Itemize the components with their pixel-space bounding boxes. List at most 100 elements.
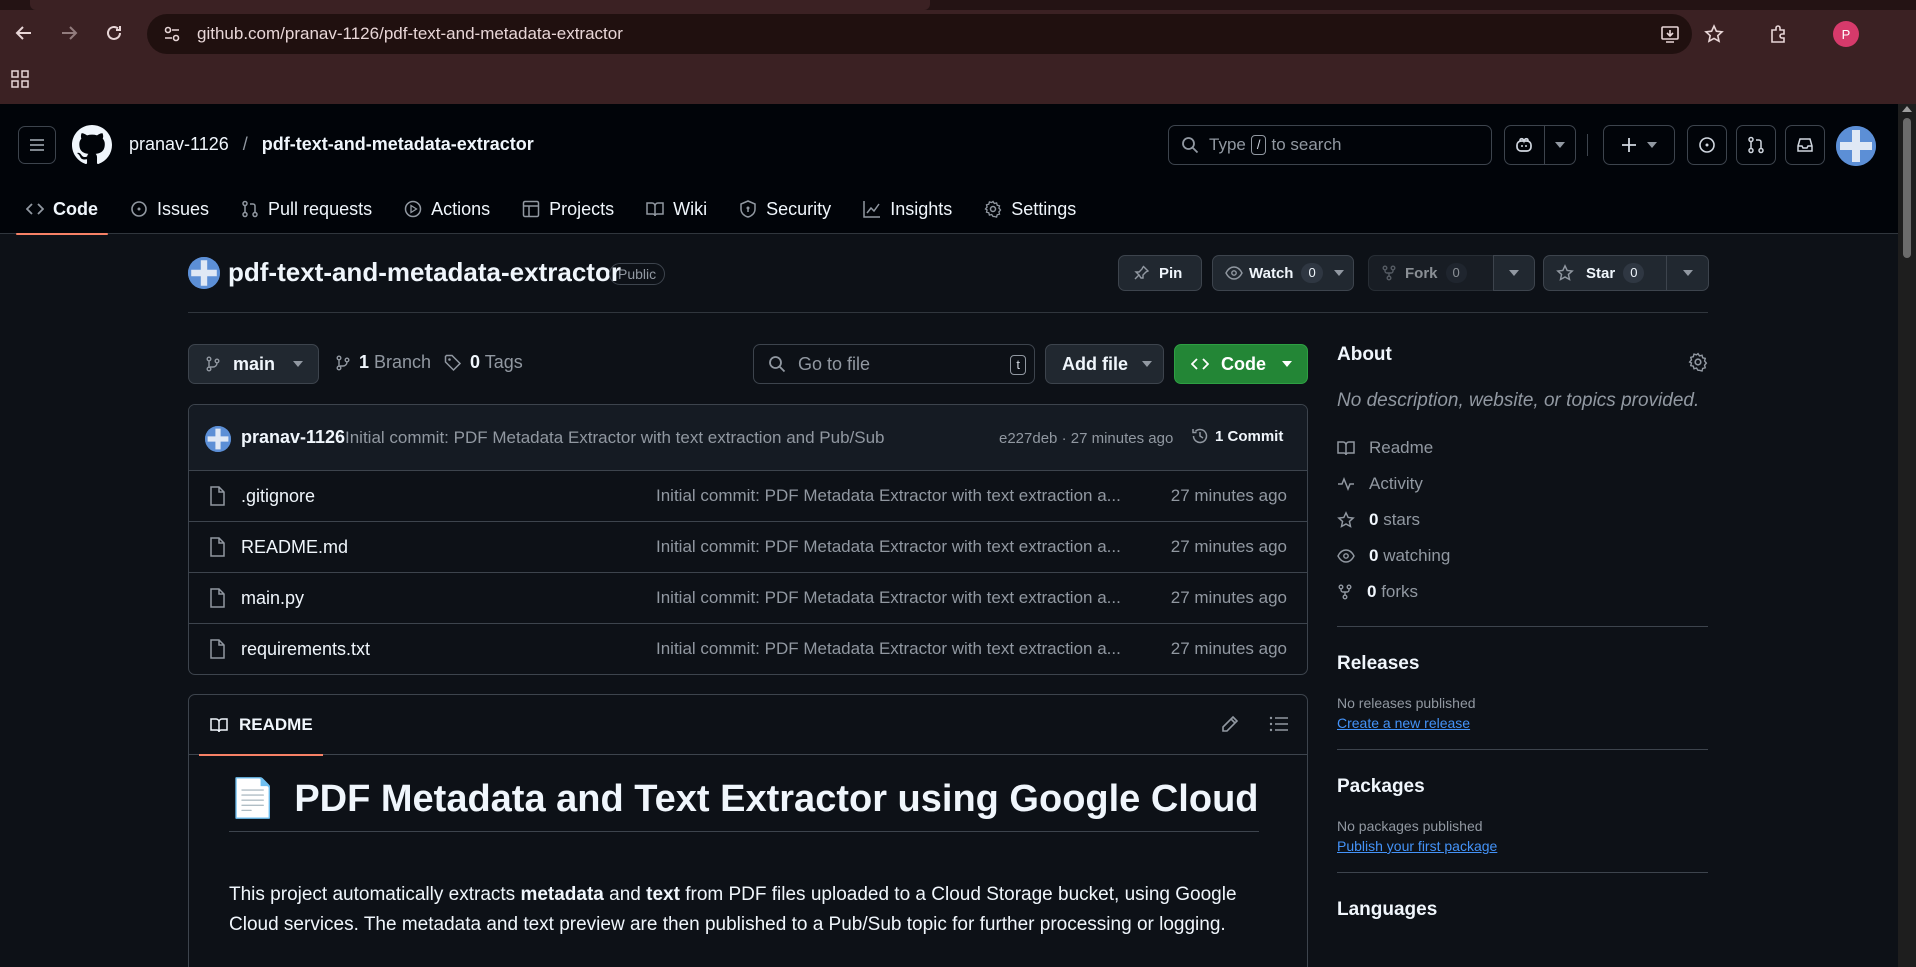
- search-input[interactable]: Type / to search: [1168, 125, 1492, 165]
- tab-security[interactable]: Security: [729, 184, 841, 234]
- readme-link[interactable]: Readme: [1337, 430, 1708, 466]
- tab-wiki[interactable]: Wiki: [636, 184, 717, 234]
- tab-code[interactable]: Code: [16, 184, 108, 235]
- user-avatar[interactable]: [1836, 126, 1876, 166]
- branch-select-button[interactable]: main: [188, 344, 319, 384]
- readme-paragraph: This project automatically extracts meta…: [229, 880, 1269, 940]
- table-row[interactable]: README.md Initial commit: PDF Metadata E…: [189, 522, 1307, 573]
- file-commit-message[interactable]: Initial commit: PDF Metadata Extractor w…: [656, 639, 1136, 659]
- menu-button[interactable]: [18, 126, 56, 164]
- install-app-icon[interactable]: [1660, 14, 1680, 54]
- branch-name: main: [233, 353, 276, 374]
- releases-title[interactable]: Releases: [1337, 653, 1708, 675]
- tab-issues[interactable]: Issues: [120, 184, 219, 234]
- owner-avatar[interactable]: [188, 257, 220, 289]
- commit-meta[interactable]: e227deb · 27 minutes ago: [999, 430, 1173, 447]
- releases-empty: No releases published: [1337, 695, 1476, 711]
- site-info-icon[interactable]: [161, 23, 183, 45]
- fork-menu-button[interactable]: [1493, 255, 1535, 291]
- scroll-up-arrow-icon[interactable]: [1902, 106, 1912, 112]
- forward-icon[interactable]: [54, 18, 84, 48]
- tab-strip: [0, 0, 1916, 10]
- table-row[interactable]: .gitignore Initial commit: PDF Metadata …: [189, 471, 1307, 522]
- add-file-button[interactable]: Add file: [1045, 344, 1164, 384]
- branches-link[interactable]: 1 Branch: [335, 352, 431, 373]
- publish-package-link[interactable]: Publish your first package: [1337, 838, 1708, 854]
- tab-insights[interactable]: Insights: [853, 184, 962, 234]
- issues-button[interactable]: [1687, 125, 1727, 165]
- star-button[interactable]: Star 0: [1543, 255, 1709, 291]
- file-name[interactable]: README.md: [241, 537, 348, 558]
- pencil-icon[interactable]: [1221, 715, 1239, 733]
- create-release-link[interactable]: Create a new release: [1337, 715, 1708, 731]
- file-commit-message[interactable]: Initial commit: PDF Metadata Extractor w…: [656, 486, 1136, 506]
- branch-label: Branch: [374, 352, 432, 372]
- scrollbar-thumb[interactable]: [1903, 118, 1911, 258]
- breadcrumb-repo[interactable]: pdf-text-and-metadata-extractor: [262, 134, 534, 155]
- file-commit-message[interactable]: Initial commit: PDF Metadata Extractor w…: [656, 537, 1136, 557]
- forks-link[interactable]: 0 forks: [1337, 574, 1708, 610]
- apps-grid-icon[interactable]: [10, 69, 30, 89]
- tab-projects[interactable]: Projects: [512, 184, 624, 234]
- gear-icon[interactable]: [1688, 352, 1708, 372]
- readme-tab[interactable]: README: [199, 695, 323, 756]
- commit-message[interactable]: Initial commit: PDF Metadata Extractor w…: [345, 428, 885, 448]
- eye-icon: [1225, 266, 1243, 280]
- outline-list-icon[interactable]: [1269, 715, 1289, 733]
- chevron-down-icon[interactable]: [1543, 126, 1575, 164]
- star-icon: [1556, 264, 1574, 281]
- commit-count: 1 Commit: [1215, 427, 1284, 445]
- create-new-button[interactable]: [1603, 125, 1675, 165]
- forks-label: forks: [1381, 582, 1419, 601]
- page-scrollbar[interactable]: [1898, 104, 1916, 967]
- search-shortcut-key: /: [1250, 135, 1267, 155]
- branch-count: 1: [359, 352, 370, 372]
- packages-title[interactable]: Packages: [1337, 776, 1708, 798]
- extensions-icon[interactable]: [1768, 14, 1788, 54]
- copilot-button[interactable]: [1504, 125, 1576, 165]
- code-dropdown-button[interactable]: Code: [1174, 344, 1308, 384]
- active-tab[interactable]: [30, 0, 930, 10]
- url-path: /pranav-1126/pdf-text-and-metadata-extra…: [280, 24, 623, 43]
- commit-author[interactable]: pranav-1126: [241, 427, 345, 448]
- address-bar[interactable]: github.com/pranav-1126/pdf-text-and-meta…: [147, 14, 1692, 54]
- file-name[interactable]: .gitignore: [241, 486, 315, 507]
- repo-name[interactable]: pdf-text-and-metadata-extractor: [228, 257, 621, 288]
- commit-author-avatar[interactable]: [205, 426, 231, 452]
- file-name[interactable]: main.py: [241, 588, 304, 609]
- inbox-button[interactable]: [1785, 125, 1825, 165]
- chevron-down-icon[interactable]: [1325, 270, 1353, 276]
- fork-button[interactable]: Fork 0: [1368, 255, 1498, 291]
- bookmark-star-icon[interactable]: [1704, 14, 1724, 54]
- file-commit-message[interactable]: Initial commit: PDF Metadata Extractor w…: [656, 588, 1136, 608]
- pin-button[interactable]: Pin: [1118, 255, 1202, 291]
- fork-count: 0: [1445, 263, 1467, 283]
- pull-requests-button[interactable]: [1736, 125, 1776, 165]
- chevron-down-icon[interactable]: [1666, 256, 1708, 290]
- breadcrumb-owner[interactable]: pranav-1126: [129, 134, 229, 155]
- stars-link[interactable]: 0 stars: [1337, 502, 1708, 538]
- browser-profile-avatar[interactable]: P: [1833, 21, 1859, 47]
- watching-link[interactable]: 0 watching: [1337, 538, 1708, 574]
- table-row[interactable]: main.py Initial commit: PDF Metadata Ext…: [189, 573, 1307, 624]
- watch-button[interactable]: Watch 0: [1212, 255, 1354, 291]
- table-row[interactable]: requirements.txt Initial commit: PDF Met…: [189, 624, 1307, 674]
- chevron-down-icon: [1647, 142, 1657, 148]
- divider: [1337, 749, 1708, 750]
- readme-heading-text: PDF Metadata and Text Extractor using Go…: [294, 777, 1259, 820]
- tab-settings[interactable]: Settings: [974, 184, 1086, 234]
- file-name[interactable]: requirements.txt: [241, 639, 370, 660]
- tab-label: Pull requests: [268, 198, 373, 219]
- tab-pull-requests[interactable]: Pull requests: [231, 184, 382, 234]
- code-icon: [1191, 358, 1209, 370]
- copilot-icon: [1505, 136, 1544, 154]
- tab-actions[interactable]: Actions: [394, 184, 500, 234]
- back-icon[interactable]: [9, 18, 39, 48]
- commits-link[interactable]: 1 Commit: [1191, 427, 1283, 445]
- tags-link[interactable]: 0 Tags: [444, 352, 523, 373]
- github-logo-icon[interactable]: [72, 125, 112, 165]
- breadcrumb-separator: /: [242, 134, 248, 154]
- reload-icon[interactable]: [99, 18, 129, 48]
- activity-link[interactable]: Activity: [1337, 466, 1708, 502]
- go-to-file-input[interactable]: Go to file t: [753, 344, 1035, 384]
